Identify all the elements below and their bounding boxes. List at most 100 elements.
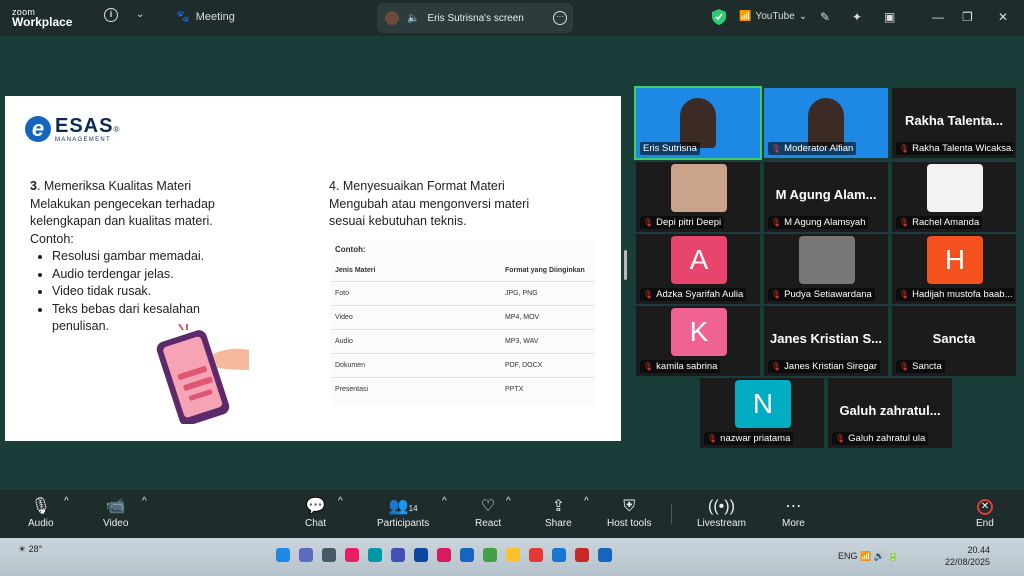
chevron-up-icon[interactable]: ^: [64, 496, 69, 507]
livestream-indicator[interactable]: 📶 YouTube ⌄: [739, 11, 807, 22]
chat-button[interactable]: 💬 Chat: [305, 496, 326, 529]
participant-name-label: Eris Sutrisna: [640, 142, 700, 155]
participant-name-label: 🎙 kamila sabrina: [640, 360, 721, 373]
weather-widget[interactable]: ☀ 28°: [18, 544, 42, 555]
livestream-label: Livestream: [697, 518, 746, 529]
participant-name: Rakha Talenta Wicaksa...: [912, 143, 1014, 154]
tab-shared-screen[interactable]: 🔈 Eris Sutrisna's screen ···: [377, 3, 573, 33]
participant-tile[interactable]: Janes Kristian S... 🎙 Janes Kristian Sireg…: [764, 306, 888, 376]
participant-tile[interactable]: H 🎙 Hadijah mustofa baab...: [892, 234, 1016, 304]
os-taskbar: ☀ 28° ENG 📶 🔊 🔋 20.44 22/08/2025: [0, 538, 1024, 576]
brand-name: ESAS: [55, 115, 114, 137]
more-button[interactable]: ⋯ More: [782, 496, 805, 529]
chevron-up-icon[interactable]: ^: [584, 496, 589, 507]
participant-tile[interactable]: 🎙 Depi pitri Deepi: [636, 162, 760, 232]
browser-icon[interactable]: [368, 548, 382, 562]
participant-tile[interactable]: 🎙 Pudya Setiawardana: [764, 234, 888, 304]
chrome-icon[interactable]: [506, 548, 520, 562]
sparkle-icon[interactable]: ✦: [852, 10, 862, 24]
participant-name-label: 🎙 Adzka Syarifah Aulia: [640, 288, 747, 301]
participant-tile[interactable]: N 🎙 nazwar priatama: [700, 378, 824, 448]
chevron-up-icon[interactable]: ^: [338, 496, 343, 507]
zoom-icon[interactable]: [552, 548, 566, 562]
participant-name-label: 🎙 Janes Kristian Siregar: [768, 360, 881, 373]
video-label: Video: [103, 518, 129, 529]
chevron-down-icon[interactable]: ⌄: [136, 9, 144, 20]
info-icon[interactable]: i: [104, 8, 118, 22]
layout-icon[interactable]: ▣: [884, 10, 895, 24]
share-screen-icon: ⇪: [551, 498, 566, 515]
instagram-icon[interactable]: [437, 548, 451, 562]
participants-button[interactable]: 👥14 Participants: [377, 496, 429, 529]
participant-tile[interactable]: 🎙 Moderator Alfian: [764, 88, 888, 158]
video-button[interactable]: 📹 Video: [103, 496, 128, 529]
muted-mic-icon: 🎙: [643, 218, 654, 227]
task-view-icon[interactable]: [322, 548, 336, 562]
participant-name: nazwar priatama: [720, 433, 791, 444]
esas-logo: e ESAS® MANAGEMENT: [25, 116, 119, 143]
list-item: Audio terdengar jelas.: [52, 266, 240, 284]
participant-display-name: Galuh zahratul...: [839, 403, 941, 418]
participant-name: Moderator Alfian: [784, 143, 854, 154]
share-button[interactable]: ⇪ Share: [545, 496, 572, 529]
signal-icon: 📶: [739, 11, 752, 22]
system-tray[interactable]: ENG 📶 🔊 🔋: [838, 551, 899, 562]
chevron-up-icon[interactable]: ^: [142, 496, 147, 507]
minimize-icon[interactable]: —: [932, 10, 944, 24]
restore-icon[interactable]: ❐: [962, 10, 973, 24]
participant-tile[interactable]: Galuh zahratul... 🎙 Galuh zahratul ula: [828, 378, 952, 448]
app-icon[interactable]: [483, 548, 497, 562]
share-tab-label: Eris Sutrisna's screen: [427, 12, 524, 24]
close-icon[interactable]: ✕: [998, 10, 1008, 24]
shield-icon[interactable]: [712, 9, 726, 25]
participant-name: Sancta: [912, 361, 942, 372]
clock[interactable]: 20.44 22/08/2025: [945, 544, 990, 568]
react-button[interactable]: ♡ React: [475, 496, 501, 529]
app-icon[interactable]: [391, 548, 405, 562]
participant-name-label: 🎙 Depi pitri Deepi: [640, 216, 725, 229]
table-row: Video MP4, MOV: [331, 305, 595, 329]
participants-label: Participants: [377, 518, 430, 529]
participant-tile[interactable]: Rakha Talenta... 🎙 Rakha Talenta Wicaksa..…: [892, 88, 1016, 158]
participant-tile[interactable]: K 🎙 kamila sabrina: [636, 306, 760, 376]
audio-button[interactable]: 🎙 Audio: [28, 496, 54, 529]
host-tools-button[interactable]: ⛨ Host tools: [607, 496, 651, 529]
pen-icon[interactable]: ✎: [820, 10, 830, 24]
participant-tile[interactable]: A 🎙 Adzka Syarifah Aulia: [636, 234, 760, 304]
end-button[interactable]: ✕ End: [976, 496, 994, 529]
hp-icon[interactable]: [414, 548, 428, 562]
start-icon[interactable]: [276, 548, 290, 562]
participant-tile[interactable]: Eris Sutrisna: [634, 86, 762, 160]
time: 20.44: [967, 545, 990, 555]
language-indicator[interactable]: ENG: [838, 551, 858, 561]
chrome-icon[interactable]: [529, 548, 543, 562]
table-row: Foto JPG, PNG: [331, 281, 595, 305]
chevron-up-icon[interactable]: ^: [442, 496, 447, 507]
registered-icon: ®: [113, 125, 120, 134]
volume-icon[interactable]: 🔊: [874, 551, 885, 561]
end-icon: ✕: [976, 499, 993, 515]
wifi-icon[interactable]: 📶: [860, 551, 871, 561]
bullet-list: Resolusi gambar memadai. Audio terdengar…: [52, 248, 240, 336]
weather-icon: ☀: [18, 544, 27, 554]
app-icon[interactable]: [598, 548, 612, 562]
app-icon[interactable]: [575, 548, 589, 562]
avatar: H: [927, 236, 983, 284]
tab-meeting[interactable]: 🐾 Meeting: [176, 10, 235, 24]
chevron-up-icon[interactable]: ^: [506, 496, 511, 507]
help-icon[interactable]: [460, 548, 474, 562]
participant-tile[interactable]: Sancta 🎙 Sancta: [892, 306, 1016, 376]
livestream-button[interactable]: ((•)) Livestream: [697, 496, 746, 529]
table-caption: Contoh:: [335, 245, 366, 254]
battery-icon[interactable]: 🔋: [888, 551, 899, 561]
split-drag-handle[interactable]: [624, 250, 627, 280]
app-icon[interactable]: [345, 548, 359, 562]
search-icon[interactable]: [299, 548, 313, 562]
chevron-down-icon: ⌄: [798, 11, 808, 22]
chat-label: Chat: [305, 518, 327, 529]
participant-tile[interactable]: 🎙 Rachel Amanda: [892, 162, 1016, 232]
participant-tile[interactable]: M Agung Alam... 🎙 M Agung Alamsyah: [764, 162, 888, 232]
section-quality-check: 3. Memeriksa Kualitas Materi Melakukan p…: [30, 178, 240, 336]
participant-name: Depi pitri Deepi: [656, 217, 722, 228]
more-icon[interactable]: ···: [553, 11, 567, 25]
